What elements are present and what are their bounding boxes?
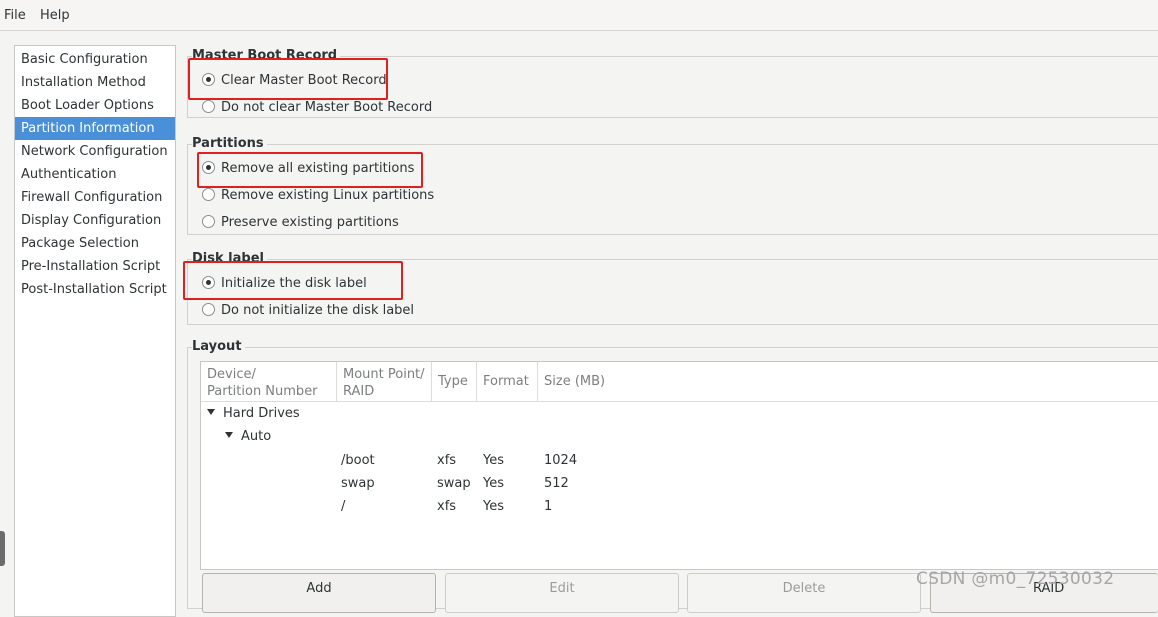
partitions-title: Partitions [192, 136, 267, 152]
column-header-type[interactable]: Type [432, 362, 477, 402]
row-2-size[interactable]: 512 [544, 475, 569, 493]
sidebar-item-basic-configuration[interactable]: Basic Configuration [15, 48, 175, 71]
radio-remove-linux-partitions[interactable]: Remove existing Linux partitions [202, 186, 434, 206]
column-header-size[interactable]: Size (MB) [538, 362, 1158, 402]
highlight-box [183, 261, 403, 300]
row-2-mount[interactable]: swap [341, 475, 375, 493]
sidebar-item-installation-method[interactable]: Installation Method [15, 71, 175, 94]
radio-unchecked-icon [202, 100, 215, 113]
column-header-mount-point[interactable]: Mount Point/ RAID [337, 362, 432, 402]
layout-title: Layout [192, 339, 245, 355]
add-button[interactable]: Add [202, 573, 436, 613]
sidebar-item-firewall-configuration[interactable]: Firewall Configuration [15, 186, 175, 209]
expander-down-icon[interactable] [225, 432, 233, 438]
row-1-size[interactable]: 1024 [544, 452, 577, 470]
row-1-type[interactable]: xfs [437, 452, 456, 470]
row-2-format[interactable]: Yes [483, 475, 504, 493]
radio-unchecked-icon [202, 215, 215, 228]
edit-button[interactable]: Edit [445, 573, 679, 613]
radio-preserve-partitions[interactable]: Preserve existing partitions [202, 213, 399, 233]
radio-do-not-initialize-disk-label[interactable]: Do not initialize the disk label [202, 301, 414, 321]
radio-unchecked-icon [202, 303, 215, 316]
menu-bar: File Help [0, 0, 1158, 31]
watermark: CSDN @m0_72530032 [916, 569, 1115, 589]
sidebar: Basic Configuration Installation Method … [14, 45, 176, 617]
row-3-format[interactable]: Yes [483, 498, 504, 516]
menu-file[interactable]: File [4, 8, 26, 23]
sidebar-item-package-selection[interactable]: Package Selection [15, 232, 175, 255]
highlight-box [197, 152, 423, 188]
sidebar-item-authentication[interactable]: Authentication [15, 163, 175, 186]
row-1-format[interactable]: Yes [483, 452, 504, 470]
row-3-size[interactable]: 1 [544, 498, 552, 516]
row-2-type[interactable]: swap [437, 475, 471, 493]
tree-row-auto[interactable]: Auto [225, 428, 271, 446]
sidebar-item-post-installation-script[interactable]: Post-Installation Script [15, 278, 175, 301]
radio-do-not-clear-mbr[interactable]: Do not clear Master Boot Record [202, 98, 432, 118]
sidebar-item-boot-loader-options[interactable]: Boot Loader Options [15, 94, 175, 117]
delete-button[interactable]: Delete [687, 573, 921, 613]
sidebar-item-partition-information[interactable]: Partition Information [15, 117, 175, 140]
row-3-type[interactable]: xfs [437, 498, 456, 516]
sidebar-item-pre-installation-script[interactable]: Pre-Installation Script [15, 255, 175, 278]
expander-down-icon[interactable] [207, 409, 215, 415]
radio-unchecked-icon [202, 188, 215, 201]
menu-help[interactable]: Help [40, 8, 70, 23]
row-1-mount[interactable]: /boot [341, 452, 375, 470]
sidebar-item-display-configuration[interactable]: Display Configuration [15, 209, 175, 232]
partition-table: Device/ Partition Number Mount Point/ RA… [200, 361, 1158, 570]
column-header-format[interactable]: Format [477, 362, 538, 402]
column-header-device[interactable]: Device/ Partition Number [201, 362, 337, 402]
highlight-box [188, 58, 388, 100]
row-3-mount[interactable]: / [341, 498, 345, 516]
pane-resize-handle[interactable] [0, 531, 5, 566]
sidebar-item-network-configuration[interactable]: Network Configuration [15, 140, 175, 163]
tree-row-hard-drives[interactable]: Hard Drives [207, 405, 300, 423]
